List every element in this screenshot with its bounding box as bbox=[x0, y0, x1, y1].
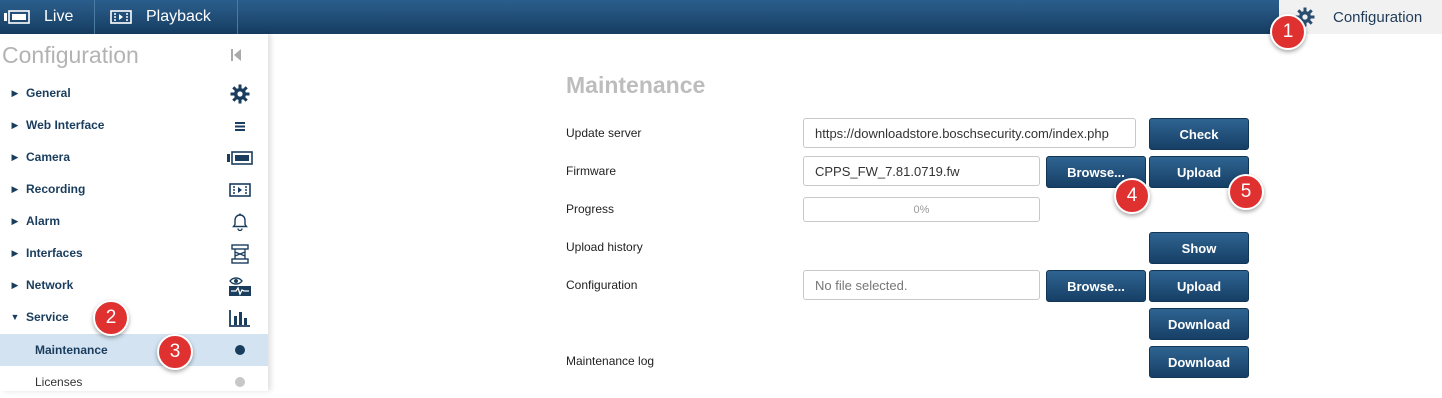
configuration-label: Configuration bbox=[566, 278, 638, 292]
sidebar: Configuration ▶ General ▶ Web Interface … bbox=[0, 34, 268, 391]
sidebar-item-label: Alarm bbox=[26, 214, 61, 228]
sidebar-item-general[interactable]: ▶ General bbox=[0, 77, 268, 109]
sidebar-item-interfaces[interactable]: ▶ Interfaces bbox=[0, 237, 268, 269]
expand-arrow-icon: ▶ bbox=[11, 183, 19, 194]
collapse-sidebar-icon[interactable] bbox=[228, 46, 244, 64]
gear-icon bbox=[226, 84, 254, 104]
sidebar-item-camera[interactable]: ▶ Camera bbox=[0, 141, 268, 173]
upload-history-label: Upload history bbox=[566, 240, 643, 254]
inactive-indicator-dot bbox=[235, 377, 245, 387]
service-chart-icon bbox=[226, 308, 254, 328]
sidebar-subitem-label: Licenses bbox=[35, 375, 83, 389]
update-server-field[interactable]: https://downloadstore.boschsecurity.com/… bbox=[803, 118, 1136, 148]
callout-badge: 5 bbox=[1228, 174, 1264, 210]
expand-arrow-icon: ▶ bbox=[11, 215, 19, 226]
sidebar-subitem-maintenance[interactable]: Maintenance bbox=[0, 334, 268, 366]
sidebar-item-recording[interactable]: ▶ Recording bbox=[0, 173, 268, 205]
configuration-file-field[interactable]: No file selected. bbox=[803, 270, 1040, 300]
playback-icon bbox=[110, 10, 132, 24]
firmware-label: Firmware bbox=[566, 164, 616, 178]
recording-icon bbox=[226, 180, 254, 200]
camera-icon bbox=[4, 10, 30, 24]
callout-badge: 2 bbox=[93, 300, 129, 336]
sidebar-item-label: Interfaces bbox=[26, 246, 83, 260]
network-icon bbox=[226, 276, 254, 296]
sidebar-title: Configuration bbox=[2, 42, 139, 68]
expand-arrow-icon: ▶ bbox=[11, 247, 19, 258]
sidebar-item-label: General bbox=[26, 86, 71, 100]
check-button[interactable]: Check bbox=[1149, 118, 1249, 150]
expand-arrow-icon: ▶ bbox=[11, 151, 19, 162]
sidebar-item-label: Web Interface bbox=[26, 118, 105, 132]
menu-icon bbox=[226, 116, 254, 136]
sidebar-item-service[interactable]: ▼ Service bbox=[0, 301, 268, 333]
update-server-label: Update server bbox=[566, 126, 642, 140]
interfaces-icon bbox=[226, 244, 254, 264]
sidebar-item-label: Camera bbox=[26, 150, 71, 164]
page-title: Maintenance bbox=[566, 72, 706, 98]
maintenance-log-download-button[interactable]: Download bbox=[1149, 346, 1249, 378]
active-indicator-dot bbox=[235, 345, 245, 355]
bell-icon bbox=[226, 212, 254, 232]
camera-icon bbox=[226, 148, 254, 168]
sidebar-subitem-licenses[interactable]: Licenses bbox=[0, 366, 268, 398]
sidebar-item-web-interface[interactable]: ▶ Web Interface bbox=[0, 109, 268, 141]
expand-arrow-icon: ▶ bbox=[11, 279, 19, 290]
sidebar-item-label: Network bbox=[26, 278, 74, 292]
progress-percent: 0% bbox=[913, 203, 930, 216]
callout-badge: 3 bbox=[157, 334, 193, 370]
sidebar-item-label: Recording bbox=[26, 182, 86, 196]
firmware-file-field[interactable]: CPPS_FW_7.81.0719.fw bbox=[803, 156, 1040, 186]
top-navigation-bar: Live Playback Configuration bbox=[0, 0, 1442, 34]
progress-label: Progress bbox=[566, 202, 615, 216]
show-history-button[interactable]: Show bbox=[1149, 232, 1249, 264]
configuration-download-button[interactable]: Download bbox=[1149, 308, 1249, 340]
callout-badge: 4 bbox=[1114, 178, 1150, 214]
playback-tab-label: Playback bbox=[146, 8, 211, 25]
sidebar-item-label: Service bbox=[26, 310, 69, 324]
sidebar-item-alarm[interactable]: ▶ Alarm bbox=[0, 205, 268, 237]
live-tab[interactable]: Live bbox=[0, 0, 95, 34]
callout-badge: 1 bbox=[1270, 14, 1306, 50]
expand-arrow-icon: ▶ bbox=[11, 87, 19, 98]
configuration-browse-button[interactable]: Browse... bbox=[1046, 270, 1146, 302]
progress-bar: 0% bbox=[803, 197, 1040, 222]
expand-arrow-icon: ▶ bbox=[11, 119, 19, 130]
live-tab-label: Live bbox=[44, 8, 74, 25]
configuration-upload-button[interactable]: Upload bbox=[1149, 270, 1249, 302]
sidebar-item-network[interactable]: ▶ Network bbox=[0, 269, 268, 301]
playback-tab[interactable]: Playback bbox=[96, 0, 238, 34]
maintenance-log-label: Maintenance log bbox=[566, 354, 655, 368]
configuration-tab-label: Configuration bbox=[1333, 8, 1423, 26]
sidebar-subitem-label: Maintenance bbox=[35, 343, 108, 357]
collapse-arrow-icon: ▼ bbox=[10, 312, 20, 322]
